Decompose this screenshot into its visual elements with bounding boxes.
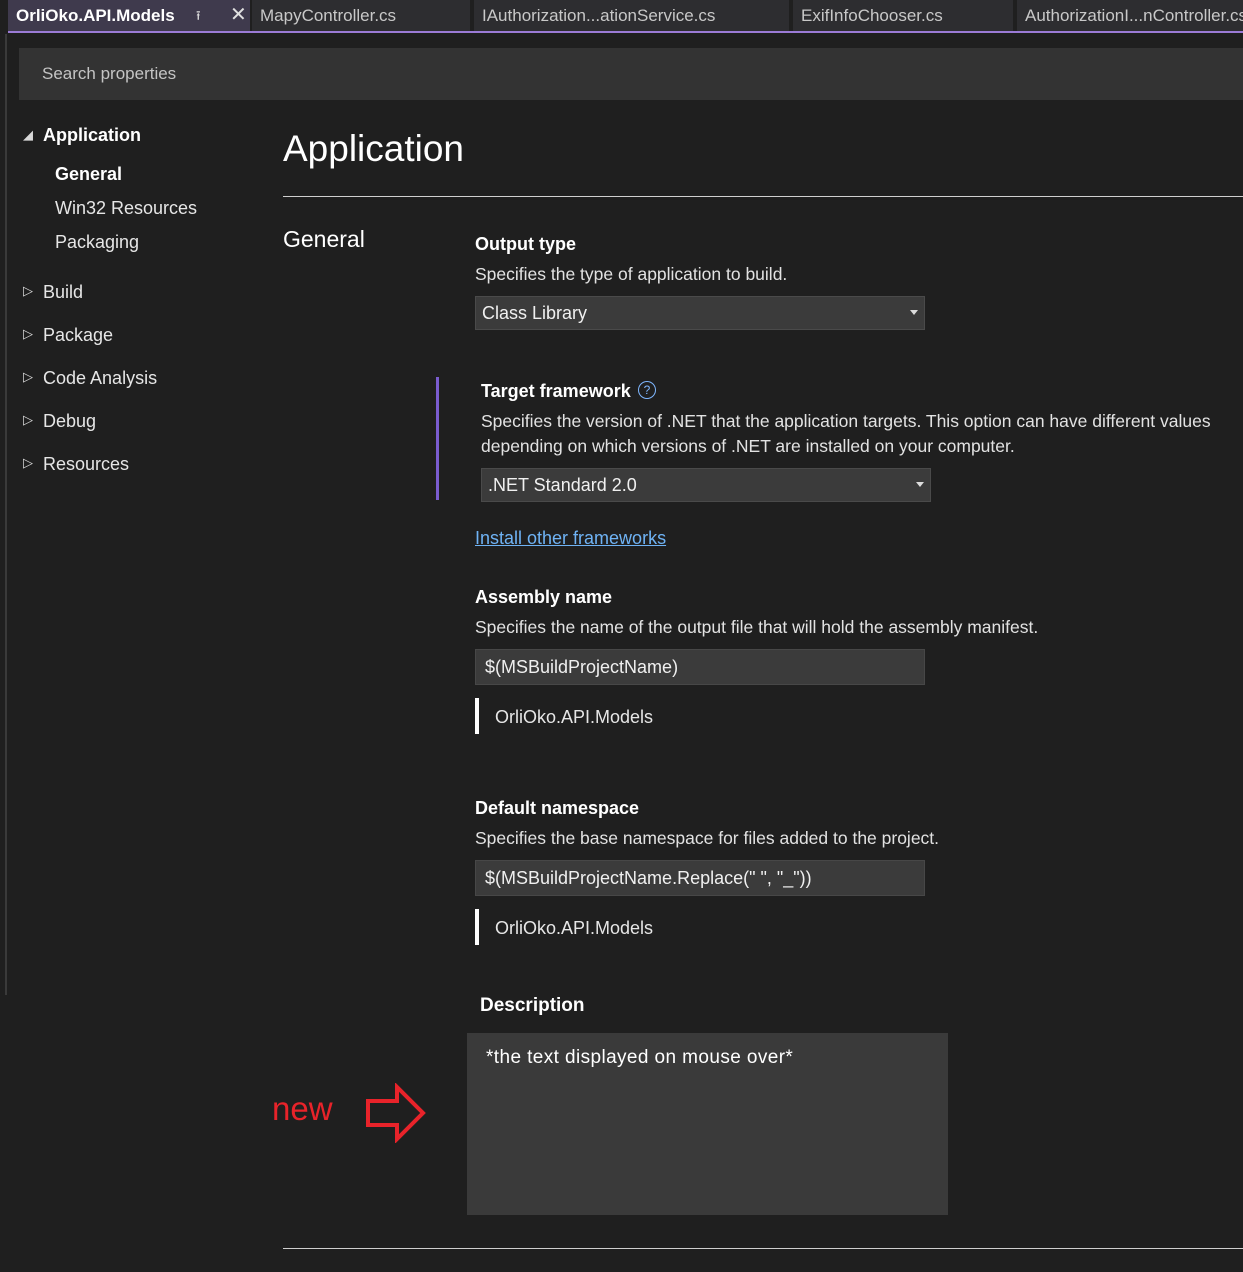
default-namespace-evaluated: OrliOko.API.Models (495, 918, 654, 938)
assembly-name-description: Specifies the name of the output file th… (475, 617, 1039, 637)
default-namespace-input[interactable]: $(MSBuildProjectName.Replace(" ", "_")) (475, 860, 925, 896)
target-framework-dropdown[interactable]: .NET Standard 2.0 (481, 468, 931, 502)
target-framework-label: Target framework (481, 381, 631, 401)
page-title: Application (283, 128, 465, 169)
tab-label: ExifInfoChooser.cs (801, 6, 943, 25)
tab-label: MapyController.cs (260, 6, 397, 25)
evaluated-value-bar (475, 698, 479, 734)
left-border (5, 34, 7, 995)
tab-exif-info-chooser[interactable]: ExifInfoChooser.cs (793, 0, 1013, 31)
sidebar-item-win32-resources[interactable]: Win32 Resources (55, 198, 197, 219)
sidebar-item-general[interactable]: General (55, 164, 122, 185)
sidebar-item-code-analysis[interactable]: Code Analysis (43, 368, 157, 389)
assembly-name-input[interactable]: $(MSBuildProjectName) (475, 649, 925, 685)
tab-iauthorization-service[interactable]: IAuthorization...ationService.cs (474, 0, 789, 31)
dropdown-arrow-icon (910, 310, 918, 315)
evaluated-value-bar (475, 909, 479, 945)
tab-label: IAuthorization...ationService.cs (482, 6, 716, 25)
collapsed-caret-icon[interactable]: ▷ (23, 369, 33, 385)
output-type-label: Output type (475, 234, 576, 254)
description-value: *the text displayed on mouse over* (486, 1047, 794, 1068)
collapsed-caret-icon[interactable]: ▷ (23, 455, 33, 471)
sidebar-item-debug[interactable]: Debug (43, 411, 96, 432)
annotation-new-label: new (272, 1090, 333, 1127)
tab-orlioko-api-models[interactable]: OrliOko.API.Models ⭱ ✕ (8, 0, 250, 31)
close-icon[interactable]: ✕ (230, 0, 247, 31)
search-input[interactable] (19, 48, 1243, 100)
assembly-name-label: Assembly name (475, 587, 613, 607)
active-tab-underline (8, 31, 1243, 33)
sidebar-item-resources[interactable]: Resources (43, 454, 129, 475)
expanded-caret-icon[interactable]: ◢ (23, 127, 33, 143)
default-namespace-label: Default namespace (475, 798, 640, 818)
sidebar-item-build[interactable]: Build (43, 282, 83, 303)
sidebar-item-package[interactable]: Package (43, 325, 113, 346)
install-other-frameworks-link[interactable]: Install other frameworks (475, 528, 666, 549)
target-framework-description: Specifies the version of .NET that the a… (481, 411, 1211, 456)
default-namespace-description: Specifies the base namespace for files a… (475, 828, 940, 848)
tab-label: AuthorizationI...nController.cs (1025, 6, 1243, 25)
collapsed-caret-icon[interactable]: ▷ (23, 326, 33, 342)
sidebar-item-application[interactable]: Application (43, 125, 141, 146)
tab-authorization-controller[interactable]: AuthorizationI...nController.cs (1017, 0, 1243, 31)
output-type-description: Specifies the type of application to bui… (475, 264, 788, 284)
divider (283, 196, 1243, 197)
tab-label: OrliOko.API.Models (16, 6, 175, 25)
annotation-arrow-icon (366, 1083, 426, 1143)
target-framework-accent-bar (436, 377, 439, 500)
output-type-value: Class Library (482, 303, 588, 323)
output-type-dropdown[interactable]: Class Library (475, 296, 925, 330)
dropdown-arrow-icon (916, 482, 924, 487)
collapsed-caret-icon[interactable]: ▷ (23, 412, 33, 428)
document-tab-bar: OrliOko.API.Models ⭱ ✕ MapyController.cs… (0, 0, 1243, 34)
section-title: General (283, 226, 365, 252)
sidebar-item-packaging[interactable]: Packaging (55, 232, 139, 253)
tab-mapy-controller[interactable]: MapyController.cs (252, 0, 470, 31)
pin-icon[interactable]: ⭱ (196, 0, 201, 31)
collapsed-caret-icon[interactable]: ▷ (23, 283, 33, 299)
help-icon[interactable]: ? (638, 381, 656, 399)
target-framework-value: .NET Standard 2.0 (488, 475, 637, 495)
divider (283, 1248, 1243, 1249)
description-label: Description (480, 995, 585, 1016)
assembly-name-evaluated: OrliOko.API.Models (495, 707, 654, 727)
